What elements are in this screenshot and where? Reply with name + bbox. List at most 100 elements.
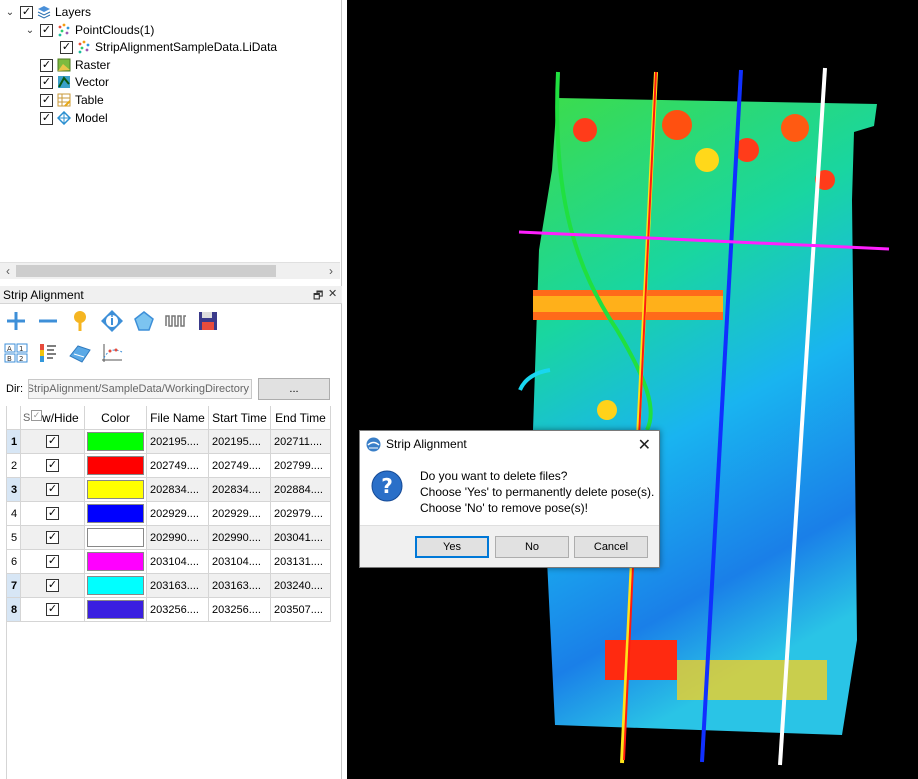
table-row[interactable]: 7 ✓ 203163.... 203163.... 203240.... xyxy=(7,574,331,598)
point-cloud-viewer[interactable] xyxy=(347,0,918,779)
end-time-cell[interactable]: 202979.... xyxy=(271,502,331,526)
start-time-cell[interactable]: 202195.... xyxy=(209,430,271,454)
tree-item-model[interactable]: ✓ Model xyxy=(40,109,108,127)
column-header-color[interactable]: Color xyxy=(85,406,147,430)
show-hide-cell[interactable]: ✓ xyxy=(21,526,85,550)
sort-icon[interactable]: A1B2 xyxy=(3,340,29,366)
tree-item-vector[interactable]: ✓ Vector xyxy=(40,73,109,91)
working-directory-field[interactable]: D/StripAlignment/SampleData/WorkingDirec… xyxy=(28,379,252,399)
show-hide-cell[interactable]: ✓ xyxy=(21,598,85,622)
color-swatch[interactable] xyxy=(87,528,144,547)
row-index[interactable]: 7 xyxy=(7,574,21,598)
color-swatch[interactable] xyxy=(87,480,144,499)
color-cell[interactable] xyxy=(85,454,147,478)
row-index[interactable]: 1 xyxy=(7,430,21,454)
show-hide-checkbox[interactable]: ✓ xyxy=(46,603,59,616)
end-time-cell[interactable]: 203131.... xyxy=(271,550,331,574)
no-button[interactable]: No xyxy=(495,536,569,558)
show-hide-checkbox[interactable]: ✓ xyxy=(46,555,59,568)
color-swatch[interactable] xyxy=(87,432,144,451)
file-name-cell[interactable]: 202834.... xyxy=(147,478,209,502)
color-cell[interactable] xyxy=(85,502,147,526)
pin-icon[interactable] xyxy=(67,308,93,334)
chevron-down-icon[interactable]: ⌄ xyxy=(4,6,16,18)
column-header-file-name[interactable]: File Name xyxy=(147,406,209,430)
tree-item-dataset[interactable]: ✓ StripAlignmentSampleData.LiData xyxy=(60,38,277,56)
color-cell[interactable] xyxy=(85,598,147,622)
row-index[interactable]: 4 xyxy=(7,502,21,526)
color-cell[interactable] xyxy=(85,526,147,550)
color-cell[interactable] xyxy=(85,430,147,454)
pentagon-icon[interactable] xyxy=(131,308,157,334)
color-swatch[interactable] xyxy=(87,600,144,619)
cancel-button[interactable]: Cancel xyxy=(574,536,648,558)
scroll-right-icon[interactable]: › xyxy=(324,264,338,278)
show-hide-checkbox[interactable]: ✓ xyxy=(46,531,59,544)
show-all-checkbox[interactable]: ✓ xyxy=(31,410,42,421)
show-hide-cell[interactable]: ✓ xyxy=(21,430,85,454)
file-name-cell[interactable]: 203163.... xyxy=(147,574,209,598)
table-row[interactable]: 5 ✓ 202990.... 202990.... 203041.... xyxy=(7,526,331,550)
column-header-end-time[interactable]: End Time xyxy=(271,406,331,430)
column-header-show-hide[interactable]: S ✓ w/Hide xyxy=(21,406,85,430)
show-hide-checkbox[interactable]: ✓ xyxy=(46,435,59,448)
file-name-cell[interactable]: 203104.... xyxy=(147,550,209,574)
close-icon[interactable]: ✕ xyxy=(638,435,651,455)
start-time-cell[interactable]: 202834.... xyxy=(209,478,271,502)
color-cell[interactable] xyxy=(85,478,147,502)
tree-item-pointclouds[interactable]: ⌄ ✓ PointClouds(1) xyxy=(24,21,155,39)
show-hide-cell[interactable]: ✓ xyxy=(21,550,85,574)
show-hide-cell[interactable]: ✓ xyxy=(21,478,85,502)
end-time-cell[interactable]: 203041.... xyxy=(271,526,331,550)
color-swatch[interactable] xyxy=(87,552,144,571)
pointclouds-checkbox[interactable]: ✓ xyxy=(40,23,53,37)
row-index[interactable]: 5 xyxy=(7,526,21,550)
layers-checkbox[interactable]: ✓ xyxy=(20,5,33,19)
end-time-cell[interactable]: 202799.... xyxy=(271,454,331,478)
start-time-cell[interactable]: 202929.... xyxy=(209,502,271,526)
info-icon[interactable] xyxy=(99,308,125,334)
dataset-checkbox[interactable]: ✓ xyxy=(60,40,73,54)
file-name-cell[interactable]: 202929.... xyxy=(147,502,209,526)
waveform-icon[interactable] xyxy=(163,308,189,334)
add-icon[interactable] xyxy=(3,308,29,334)
show-hide-checkbox[interactable]: ✓ xyxy=(46,579,59,592)
table-checkbox[interactable]: ✓ xyxy=(40,93,53,107)
show-hide-checkbox[interactable]: ✓ xyxy=(46,483,59,496)
end-time-cell[interactable]: 202711.... xyxy=(271,430,331,454)
table-row[interactable]: 2 ✓ 202749.... 202749.... 202799.... xyxy=(7,454,331,478)
start-time-cell[interactable]: 202990.... xyxy=(209,526,271,550)
end-time-cell[interactable]: 203507.... xyxy=(271,598,331,622)
file-name-cell[interactable]: 202990.... xyxy=(147,526,209,550)
row-index[interactable]: 3 xyxy=(7,478,21,502)
remove-icon[interactable] xyxy=(35,308,61,334)
start-time-cell[interactable]: 202749.... xyxy=(209,454,271,478)
raster-checkbox[interactable]: ✓ xyxy=(40,58,53,72)
scrollbar-thumb[interactable] xyxy=(16,265,276,277)
table-row[interactable]: 3 ✓ 202834.... 202834.... 202884.... xyxy=(7,478,331,502)
table-row[interactable]: 6 ✓ 203104.... 203104.... 203131.... xyxy=(7,550,331,574)
show-hide-cell[interactable]: ✓ xyxy=(21,502,85,526)
table-row[interactable]: 1 ✓ 202195.... 202195.... 202711.... xyxy=(7,430,331,454)
tree-horizontal-scrollbar[interactable]: ‹ › xyxy=(0,262,340,279)
show-hide-checkbox[interactable]: ✓ xyxy=(46,507,59,520)
show-hide-cell[interactable]: ✓ xyxy=(21,574,85,598)
strip-icon[interactable] xyxy=(67,340,93,366)
start-time-cell[interactable]: 203256.... xyxy=(209,598,271,622)
file-name-cell[interactable]: 202195.... xyxy=(147,430,209,454)
tree-item-raster[interactable]: ✓ Raster xyxy=(40,56,110,74)
model-checkbox[interactable]: ✓ xyxy=(40,111,53,125)
start-time-cell[interactable]: 203163.... xyxy=(209,574,271,598)
scroll-left-icon[interactable]: ‹ xyxy=(1,264,15,278)
color-scale-icon[interactable] xyxy=(35,340,61,366)
column-header-start-time[interactable]: Start Time xyxy=(209,406,271,430)
row-index[interactable]: 8 xyxy=(7,598,21,622)
table-row[interactable]: 4 ✓ 202929.... 202929.... 202979.... xyxy=(7,502,331,526)
float-panel-icon[interactable]: 🗗 xyxy=(313,287,323,306)
chevron-down-icon[interactable]: ⌄ xyxy=(24,24,36,36)
vector-checkbox[interactable]: ✓ xyxy=(40,75,53,89)
tree-item-table[interactable]: ✓ Table xyxy=(40,91,104,109)
tree-item-layers[interactable]: ⌄ ✓ Layers xyxy=(4,3,91,21)
color-swatch[interactable] xyxy=(87,576,144,595)
end-time-cell[interactable]: 203240.... xyxy=(271,574,331,598)
